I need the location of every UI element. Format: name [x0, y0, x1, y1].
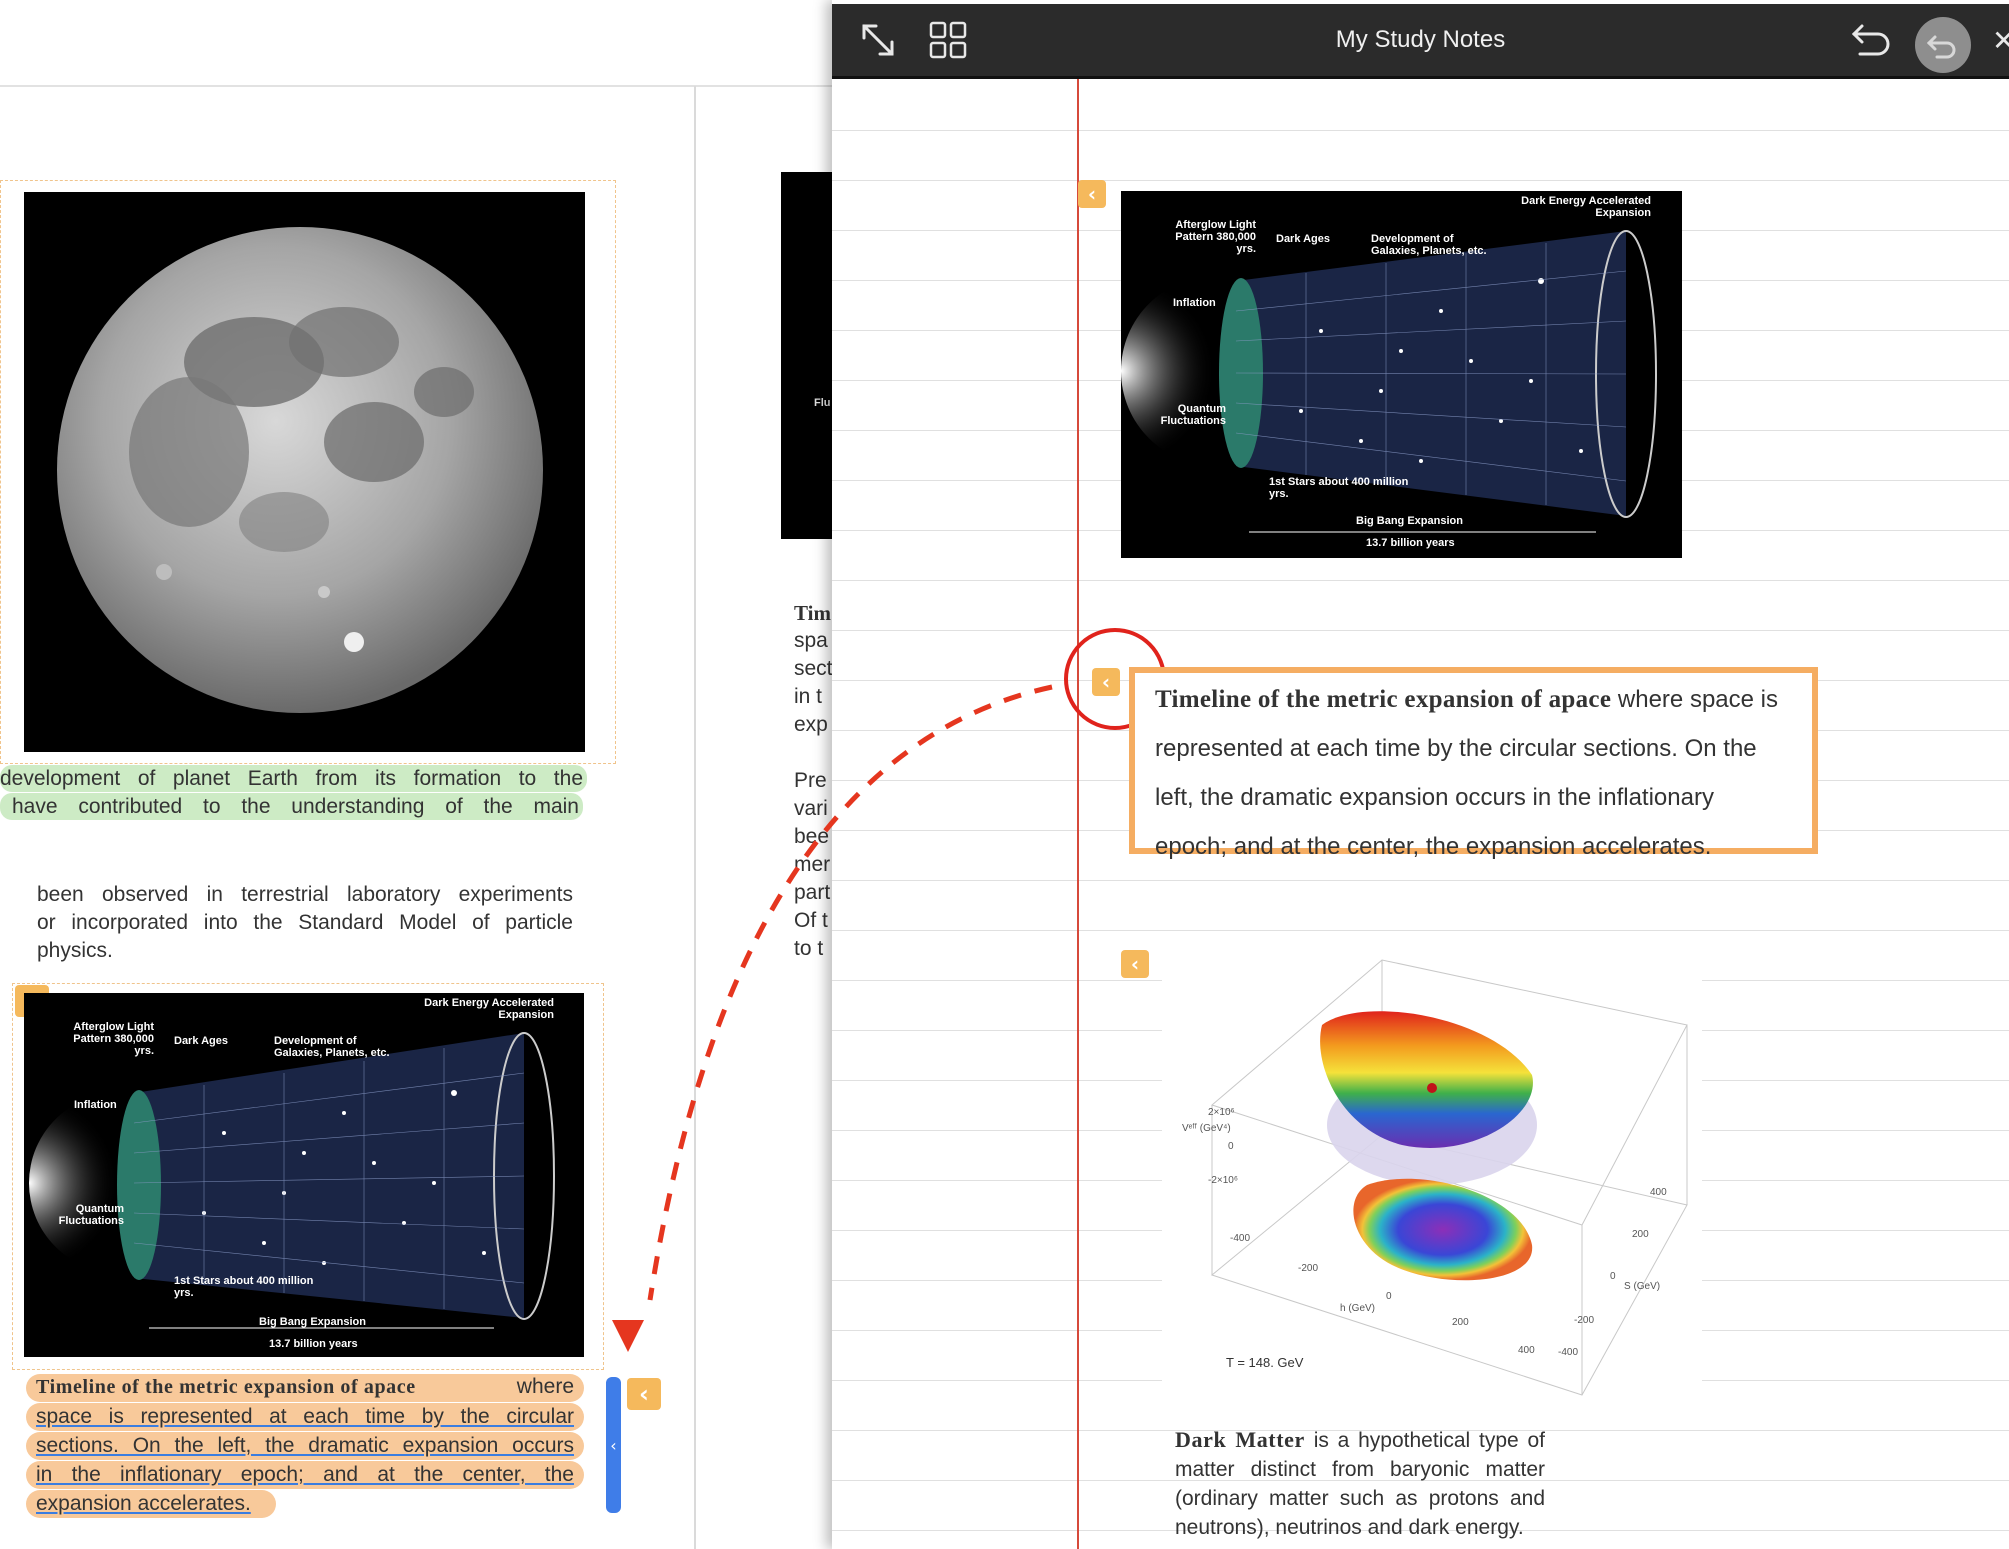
ruled-line: [832, 930, 2009, 931]
partial-line-13: to t: [794, 937, 824, 960]
notes-title: My Study Notes: [1335, 26, 1506, 53]
caption-note-tag-chevron-icon[interactable]: ‹: [627, 1378, 661, 1410]
grid-icon[interactable]: [928, 20, 968, 60]
notes-age-label: 13.7 billion years: [1366, 537, 1455, 549]
plot-h-tick-3: 0: [1386, 1291, 1392, 1302]
afterglow-label: Afterglow Light Pattern 380,000 yrs.: [73, 1021, 154, 1057]
development-label: Development of Galaxies, Planets, etc.: [274, 1035, 390, 1059]
partial-line-1: Tim: [794, 601, 831, 625]
partial-line-10: mer: [794, 853, 831, 876]
text-note-card[interactable]: Timeline of the metric expansion of apac…: [1129, 667, 1818, 860]
partial-line-9: bee: [794, 825, 830, 848]
undo-icon[interactable]: [1848, 18, 1894, 62]
ruled-line: [832, 580, 2009, 581]
plot-temperature-label: T = 148. GeV: [1226, 1355, 1304, 1370]
notes-dark-energy-label: Dark Energy Accelerated Expansion: [1521, 195, 1651, 219]
plot-y-tick-1: 2×10⁶: [1208, 1107, 1235, 1118]
plot-s-tick-5: -400: [1558, 1347, 1579, 1358]
dark-matter-title: Dark Matter: [1175, 1427, 1305, 1452]
notes-toolbar: My Study Notes ✕: [832, 4, 2009, 79]
plot-s-tick-1: 400: [1650, 1187, 1667, 1198]
right-column-partial-text: Tim spa sect in t exp Pre vari bee mer p…: [794, 599, 833, 963]
plot-note-tag-chevron-icon[interactable]: ‹: [1121, 950, 1149, 978]
partial-line-12: Of t: [794, 909, 828, 932]
page-divider: [694, 86, 696, 1549]
potential-plot-graphic: [1210, 959, 1688, 1396]
plot-h-tick-4: 200: [1452, 1317, 1469, 1328]
book-paragraph-line-2: or incorporated into the Standard Model …: [37, 911, 573, 934]
plot-s-tick-4: -200: [1574, 1315, 1595, 1326]
notes-first-stars-label: 1st Stars about 400 million yrs.: [1269, 476, 1409, 500]
plot-s-tick-3: 0: [1610, 1271, 1616, 1282]
book-page: development of planet Earth from its for…: [0, 0, 833, 1549]
quantum-label: Quantum Fluctuations: [58, 1203, 124, 1227]
book-paragraph-line-1: been observed in terrestrial laboratory …: [37, 883, 573, 906]
book-paragraph-line-3: physics.: [37, 939, 113, 962]
plot-s-axis-label: S (GeV): [1624, 1281, 1661, 1292]
potential-plot-image[interactable]: Vᵉᶠᶠ (GeV⁴) 2×10⁶ 0 -2×10⁶ -400 -200 0 2…: [1162, 945, 1702, 1405]
plot-h-tick-1: -400: [1230, 1233, 1251, 1244]
highlight-orange-line-2[interactable]: space is represented at each time by the…: [26, 1403, 584, 1431]
notes-development-label: Development of Galaxies, Planets, etc.: [1371, 233, 1487, 257]
notes-dark-ages-label: Dark Ages: [1276, 233, 1331, 245]
highlight-orange-line-1[interactable]: Timeline of the metric expansion of apac…: [26, 1374, 584, 1402]
selection-drag-handle[interactable]: ‹: [606, 1377, 621, 1513]
universe-image-book[interactable]: Afterglow Light Pattern 380,000 yrs. Dar…: [24, 993, 584, 1357]
plot-h-tick-5: 400: [1518, 1345, 1535, 1356]
thumb-label: Flu: [814, 397, 831, 409]
ruled-line: [832, 180, 2009, 181]
dark-ages-label: Dark Ages: [174, 1035, 229, 1047]
text-note-body: Timeline of the metric expansion of apac…: [1155, 675, 1792, 871]
partial-line-2: spa: [794, 629, 828, 652]
first-stars-label: 1st Stars about 400 million yrs.: [174, 1275, 314, 1299]
partial-line-7: Pre: [794, 769, 827, 792]
ruled-line: [832, 880, 2009, 881]
study-notes-panel: My Study Notes ✕ ‹ Afterglow Light Patte…: [832, 0, 2009, 1549]
partial-line-8: vari: [794, 797, 828, 820]
age-label: 13.7 billion years: [269, 1338, 358, 1350]
notes-afterglow-label: Afterglow Light Pattern 380,000 yrs.: [1175, 219, 1256, 255]
close-icon[interactable]: ✕: [1992, 24, 2009, 57]
ruled-line: [832, 130, 2009, 131]
margin-line: [1077, 78, 1079, 1549]
inflation-label: Inflation: [74, 1099, 117, 1111]
partial-line-3: sect: [794, 657, 833, 680]
highlight-orange-line-5[interactable]: expansion accelerates.: [26, 1490, 276, 1518]
notes-image-tag-chevron-icon[interactable]: ‹: [1078, 180, 1106, 208]
partial-line-11: part: [794, 881, 831, 904]
highlight-green-line-1[interactable]: development of planet Earth from its for…: [0, 765, 587, 792]
big-bang-label: Big Bang Expansion: [259, 1316, 366, 1328]
highlight-green-line-2[interactable]: have contributed to the understanding of…: [0, 793, 583, 820]
ruled-line: [832, 630, 2009, 631]
moon-image[interactable]: [24, 192, 585, 752]
expand-icon[interactable]: [856, 18, 900, 62]
partial-line-4: in t: [794, 685, 823, 708]
notes-inflation-label: Inflation: [1173, 297, 1216, 309]
notes-quantum-label: Quantum Fluctuations: [1160, 403, 1226, 427]
caption-line-1-rest: where: [516, 1375, 574, 1398]
moon-graphic: [57, 227, 543, 713]
book-top-bar: [0, 0, 833, 87]
partial-line-5: exp: [794, 713, 828, 736]
caption-title-book: Timeline of the metric expansion of apac…: [36, 1376, 416, 1398]
book-thumbnail-image: Flu: [781, 172, 833, 539]
highlight-orange-line-4[interactable]: in the inflationary epoch; and at the ce…: [26, 1461, 584, 1489]
plot-s-tick-2: 200: [1632, 1229, 1649, 1240]
partial-line-6: [794, 739, 833, 767]
notes-big-bang-label: Big Bang Expansion: [1356, 515, 1463, 527]
back-circle-icon[interactable]: [1915, 17, 1971, 73]
plot-y-tick-3: -2×10⁶: [1208, 1175, 1238, 1186]
plot-h-axis-label: h (GeV): [1340, 1303, 1376, 1314]
universe-image-notes[interactable]: Afterglow Light Pattern 380,000 yrs. Dar…: [1121, 191, 1682, 558]
plot-y-tick-2: 0: [1228, 1141, 1234, 1152]
text-note-title: Timeline of the metric expansion of apac…: [1155, 686, 1612, 713]
plot-h-tick-2: -200: [1298, 1263, 1319, 1274]
highlight-orange-line-3[interactable]: sections. On the left, the dramatic expa…: [26, 1432, 584, 1460]
dark-energy-label: Dark Energy Accelerated Expansion: [424, 997, 554, 1021]
dark-matter-note[interactable]: Dark Matter is a hypothetical type of ma…: [1175, 1425, 1545, 1542]
plot-v-axis-label: Vᵉᶠᶠ (GeV⁴): [1182, 1123, 1231, 1134]
